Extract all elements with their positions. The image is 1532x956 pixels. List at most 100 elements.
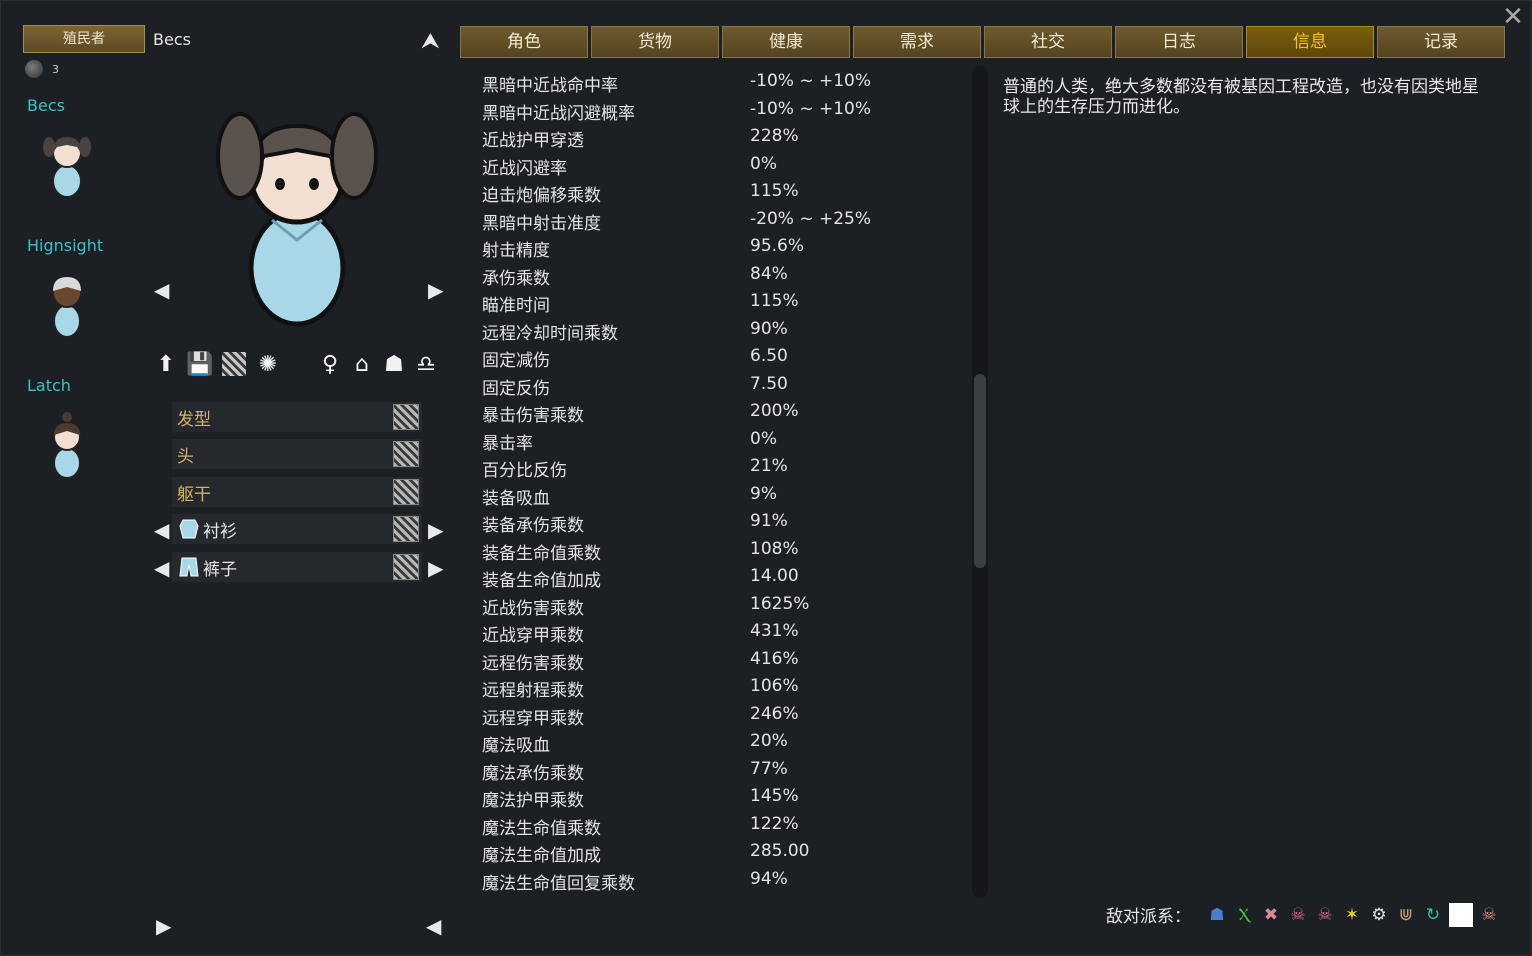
stat-row[interactable]: 暴击率 0% (482, 429, 962, 456)
skull-icon-2[interactable]: ☠ (1314, 904, 1336, 926)
female-gender-icon[interactable]: ♀ (316, 350, 344, 378)
body-type-icon[interactable]: ⌂ (348, 350, 376, 378)
stat-label: 黑暗中射击准度 (482, 213, 601, 234)
pawn-list-item[interactable]: Becs (27, 96, 137, 207)
head-type-icon[interactable]: ☗ (380, 350, 408, 378)
stat-row[interactable]: 黑暗中近战命中率 -10% ~ +10% (482, 71, 962, 98)
stat-value: 1625% (750, 593, 810, 614)
stat-row[interactable]: 远程伤害乘数 416% (482, 649, 962, 676)
stat-row[interactable]: 魔法生命值加成 285.00 (482, 841, 962, 868)
tab-info[interactable]: 信息 (1246, 26, 1374, 58)
tab-records[interactable]: 记录 (1377, 26, 1505, 58)
apparel-row-pants[interactable]: 裤子 (172, 552, 422, 582)
stats-scrollbar-thumb[interactable] (974, 374, 986, 568)
colonist-count-value: 3 (52, 62, 59, 76)
tab-health[interactable]: 健康 (722, 26, 850, 58)
stat-row[interactable]: 魔法护甲乘数 145% (482, 786, 962, 813)
swirl-icon[interactable]: ↻ (1422, 904, 1444, 926)
gear-icon[interactable]: ⚙ (1368, 904, 1390, 926)
color-swatch-icon[interactable] (393, 479, 419, 505)
stat-label: 魔法护甲乘数 (482, 791, 584, 811)
stat-row[interactable]: 射击精度 95.6% (482, 236, 962, 263)
hair-icon[interactable]: ♎ (412, 350, 440, 378)
faction-button[interactable]: 殖民者 (23, 25, 145, 53)
stat-row[interactable]: 近战闪避率 0% (482, 154, 962, 181)
tab-log[interactable]: 日志 (1115, 26, 1243, 58)
hatch-icon[interactable] (220, 350, 248, 378)
tab-gear[interactable]: 货物 (591, 26, 719, 58)
randomize-icon[interactable]: ✺ (254, 350, 282, 378)
stat-row[interactable]: 百分比反伤 21% (482, 456, 962, 483)
apparel-label: 头 (177, 446, 194, 467)
stat-row[interactable]: 装备承伤乘数 91% (482, 511, 962, 538)
stat-row[interactable]: 近战穿甲乘数 431% (482, 621, 962, 648)
stat-row[interactable]: 近战护甲穿透 228% (482, 126, 962, 153)
stat-label: 黑暗中近战命中率 (482, 76, 618, 96)
apparel-row-torso[interactable]: 躯干 (172, 477, 422, 507)
stat-row[interactable]: 装备生命值乘数 108% (482, 539, 962, 566)
color-swatch-icon[interactable] (393, 441, 419, 467)
stat-row[interactable]: 黑暗中近战闪避概率 -10% ~ +10% (482, 99, 962, 126)
stat-row[interactable]: 装备生命值加成 14.00 (482, 566, 962, 593)
save-icon[interactable]: 💾 (186, 350, 214, 378)
stat-value: 200% (750, 401, 799, 421)
next-shirt-arrow-icon[interactable]: ▶ (428, 518, 443, 542)
apparel-row-head[interactable]: 头 (172, 439, 422, 469)
selected-pawn-name[interactable]: Becs (153, 30, 191, 49)
stat-row[interactable]: 远程穿甲乘数 246% (482, 704, 962, 731)
stat-row[interactable]: 固定反伤 7.50 (482, 374, 962, 401)
stat-row[interactable]: 暴击伤害乘数 200% (482, 401, 962, 428)
stat-row[interactable]: 远程射程乘数 106% (482, 676, 962, 703)
color-swatch-icon[interactable] (393, 516, 419, 542)
skull-icon-1[interactable]: ☠ (1287, 904, 1309, 926)
stat-row[interactable]: 远程冷却时间乘数 90% (482, 319, 962, 346)
pawn-list-item[interactable]: Hignsight (27, 236, 137, 347)
stat-value: 285.00 (750, 841, 810, 861)
stat-label: 承伤乘数 (482, 268, 550, 289)
stat-value: 9% (750, 483, 777, 504)
next-pants-arrow-icon[interactable]: ▶ (428, 556, 443, 580)
page-next-arrow-icon[interactable]: ▶ (156, 914, 171, 938)
hostile-factions-label: 敌对派系： (1106, 907, 1191, 927)
stat-row[interactable]: 装备吸血 9% (482, 484, 962, 511)
stat-row[interactable]: 黑暗中射击准度 -20% ~ +25% (482, 209, 962, 236)
dome-icon[interactable]: ☗ (1206, 904, 1228, 926)
insect-icon[interactable]: ✶ (1341, 904, 1363, 926)
stat-row[interactable]: 近战伤害乘数 1625% (482, 594, 962, 621)
stat-row[interactable]: 迫击炮偏移乘数 115% (482, 181, 962, 208)
stat-row[interactable]: 瞄准时间 115% (482, 291, 962, 318)
stat-value: 431% (750, 621, 799, 641)
stat-row[interactable]: 固定减伤 6.50 (482, 346, 962, 373)
blank-flag-icon[interactable] (1449, 902, 1473, 927)
tab-character[interactable]: 角色 (460, 26, 588, 58)
crossed-bones-icon[interactable]: ✖ (1260, 904, 1282, 926)
race-description: 普通的人类，绝大多数都没有被基因工程改造，也没有因类地星球上的生存压力而进化。 (1003, 77, 1479, 117)
pirate-skull-icon[interactable]: ☠ (1478, 904, 1500, 926)
color-swatch-icon[interactable] (393, 404, 419, 430)
next-pawn-arrow-icon[interactable]: ▶ (428, 278, 443, 302)
export-icon[interactable]: ⬆ (152, 350, 180, 378)
color-swatch-icon[interactable] (393, 554, 419, 580)
rename-icon[interactable]: ⮝ (421, 29, 440, 54)
stat-label: 装备承伤乘数 (482, 516, 584, 536)
tribal-icon[interactable]: Ⲭ (1233, 904, 1255, 926)
stat-row[interactable]: 魔法吸血 20% (482, 731, 962, 758)
previous-pawn-arrow-icon[interactable]: ◀ (154, 278, 169, 302)
apparel-row-shirt[interactable]: 衬衫 (172, 514, 422, 544)
stat-row[interactable]: 承伤乘数 84% (482, 264, 962, 291)
pawn-name: Becs (27, 96, 65, 115)
previous-pants-arrow-icon[interactable]: ◀ (154, 556, 169, 580)
stat-row[interactable]: 魔法生命值回复乘数 94% (482, 869, 962, 896)
apparel-row-hair[interactable]: 发型 (172, 402, 422, 432)
stat-value: 228% (750, 126, 799, 146)
claw-icon[interactable]: ⋓ (1395, 904, 1417, 926)
stat-row[interactable]: 魔法承伤乘数 77% (482, 759, 962, 786)
tab-social[interactable]: 社交 (984, 26, 1112, 58)
stat-label: 装备生命值加成 (482, 571, 601, 591)
previous-shirt-arrow-icon[interactable]: ◀ (154, 518, 169, 542)
gender-toolbar: ♀ ⌂ ☗ ♎ (316, 350, 440, 378)
pawn-list-item[interactable]: Latch (27, 376, 137, 487)
tab-needs[interactable]: 需求 (853, 26, 981, 58)
stat-row[interactable]: 魔法生命值乘数 122% (482, 814, 962, 841)
page-previous-arrow-icon[interactable]: ◀ (426, 914, 441, 938)
